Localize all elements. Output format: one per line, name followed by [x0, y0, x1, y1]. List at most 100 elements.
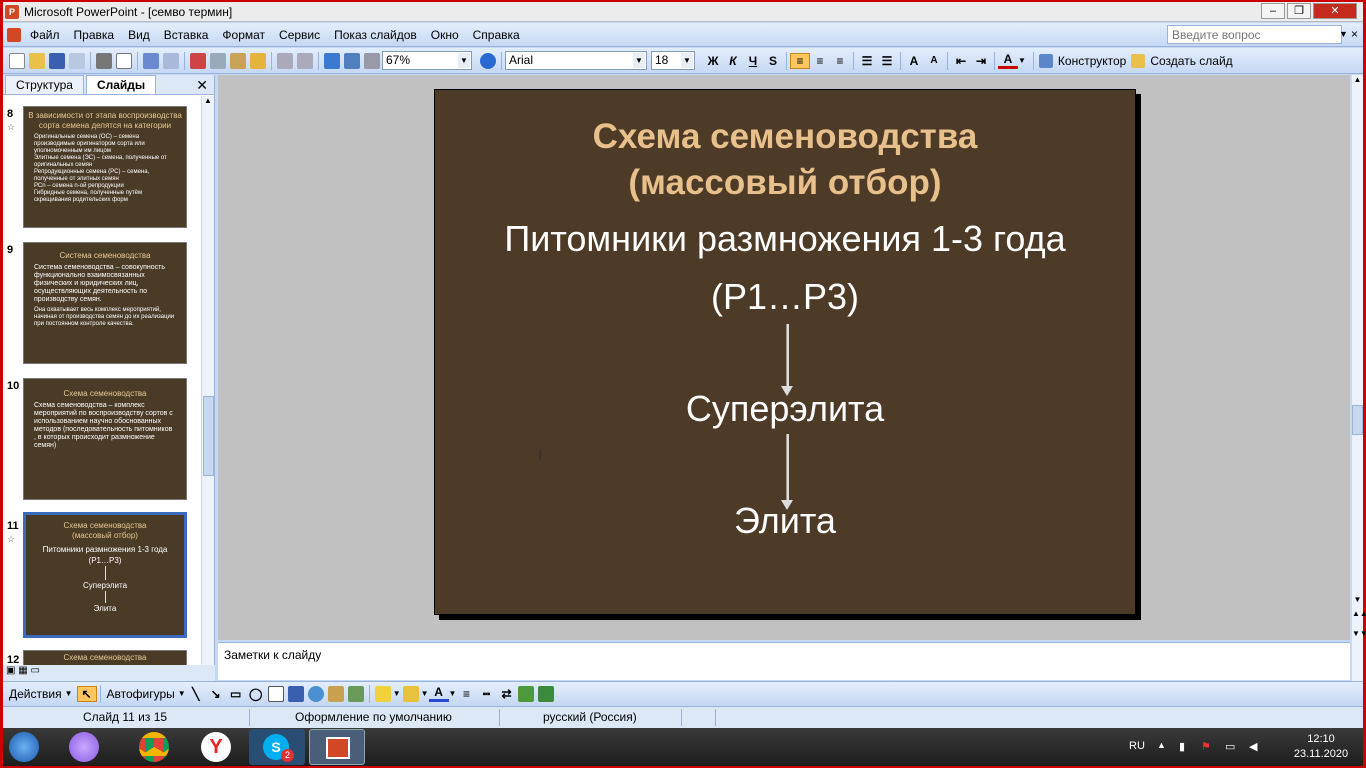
spelling-icon[interactable] — [143, 52, 159, 69]
designer-button[interactable]: Конструктор — [1058, 54, 1126, 68]
scroll-up-icon[interactable]: ▲ — [202, 96, 214, 105]
notifications-icon[interactable]: ▭ — [1225, 740, 1235, 753]
chrome-icon[interactable] — [139, 732, 169, 762]
align-center-button[interactable]: ≡ — [810, 54, 830, 68]
notes-pane[interactable]: Заметки к слайду — [218, 642, 1350, 680]
select-objects-icon[interactable]: ↖ — [76, 685, 97, 702]
decrease-indent-button[interactable]: ⇤ — [951, 54, 971, 68]
language-status[interactable]: русский (Россия) — [543, 710, 637, 724]
insert-chart-icon[interactable] — [324, 52, 340, 69]
chevron-down-icon[interactable]: ▼ — [421, 689, 429, 698]
volume-icon[interactable]: ◀ — [1249, 740, 1257, 753]
menu-help[interactable]: Справка — [466, 28, 527, 42]
research-icon[interactable] — [163, 52, 179, 69]
device-icon[interactable]: ▮ — [1179, 740, 1185, 753]
italic-button[interactable]: К — [723, 54, 743, 68]
zoom-combo[interactable]: 67% ▼ — [382, 51, 472, 70]
bullets-button[interactable]: ☰ — [877, 54, 897, 68]
font-color-icon[interactable]: A — [428, 685, 449, 702]
restore-button[interactable]: ❐ — [1287, 3, 1311, 19]
line-style-icon[interactable]: ≡ — [456, 687, 476, 701]
tray-expand-icon[interactable]: ▲ — [1157, 740, 1166, 750]
format-painter-icon[interactable] — [250, 52, 266, 69]
cut-icon[interactable] — [190, 52, 206, 69]
autoshapes-menu[interactable]: Автофигуры — [107, 687, 175, 701]
document-icon[interactable] — [7, 27, 21, 42]
previous-slide-icon[interactable]: ▲▲ — [1352, 610, 1366, 618]
network-warning-icon[interactable]: ⚑ — [1201, 740, 1211, 753]
next-slide-icon[interactable]: ▼▼ — [1352, 630, 1366, 638]
show-grid-icon[interactable] — [364, 52, 380, 69]
line-color-icon[interactable] — [402, 685, 419, 702]
minimize-button[interactable]: – — [1261, 3, 1285, 19]
fill-color-icon[interactable] — [374, 685, 391, 702]
thumbnails-scrollbar[interactable]: ▲ — [201, 96, 214, 666]
chevron-down-icon[interactable]: ▼ — [633, 53, 645, 68]
redo-icon[interactable] — [297, 52, 313, 69]
shadow-style-icon[interactable] — [518, 685, 535, 702]
tab-outline[interactable]: Структура — [5, 75, 84, 94]
diagram-icon[interactable] — [307, 685, 324, 702]
yandex-browser-icon[interactable]: Y — [201, 732, 231, 762]
new-slide-button[interactable]: Создать слайд — [1150, 54, 1232, 68]
slide-thumbnail-12[interactable]: Схема семеноводства — [23, 650, 187, 666]
start-button-icon[interactable] — [9, 732, 39, 762]
copy-icon[interactable] — [210, 52, 226, 69]
3d-style-icon[interactable] — [538, 685, 555, 702]
slide-text-elite[interactable]: Элита — [435, 500, 1135, 542]
menu-edit[interactable]: Правка — [67, 28, 122, 42]
menu-tools[interactable]: Сервис — [272, 28, 327, 42]
skype-taskbar-button[interactable]: S 2 — [249, 729, 305, 765]
chevron-down-icon[interactable]: ▼ — [449, 689, 457, 698]
scroll-down-icon[interactable]: ▼ — [1352, 595, 1363, 604]
oval-tool-icon[interactable]: ◯ — [246, 687, 266, 701]
slide-title[interactable]: Схема семеноводства (массовый отбор) — [435, 114, 1135, 206]
slide-arrow-shaft[interactable] — [786, 324, 789, 388]
new-document-icon[interactable] — [9, 52, 25, 69]
textbox-tool-icon[interactable] — [267, 685, 284, 702]
chevron-down-icon[interactable]: ▼ — [65, 689, 73, 698]
decrease-font-button[interactable]: A — [924, 55, 944, 66]
arrow-style-icon[interactable]: ⇄ — [496, 687, 516, 701]
paste-icon[interactable] — [230, 52, 246, 69]
slide-thumbnail-8[interactable]: В зависимости от этапа воспроизводства с… — [23, 106, 187, 228]
font-size-combo[interactable]: 18 ▼ — [651, 51, 695, 70]
align-right-button[interactable]: ≡ — [830, 54, 850, 68]
chevron-down-icon[interactable]: ▼ — [1339, 29, 1348, 39]
new-slide-icon[interactable] — [1131, 53, 1146, 68]
slide-arrow-shaft[interactable] — [786, 434, 789, 504]
actions-menu[interactable]: Действия — [9, 687, 62, 701]
insert-table-icon[interactable] — [344, 52, 360, 69]
help-search-input[interactable]: Введите вопрос — [1167, 25, 1342, 44]
designer-icon[interactable] — [1038, 53, 1053, 68]
close-icon[interactable]: ✕ — [196, 77, 208, 94]
menu-window[interactable]: Окно — [424, 28, 466, 42]
current-slide[interactable]: Схема семеноводства (массовый отбор) Пит… — [434, 89, 1136, 615]
chevron-down-icon[interactable]: ▼ — [1018, 56, 1026, 65]
arrow-tool-icon[interactable]: ↘ — [206, 687, 226, 701]
dash-style-icon[interactable]: ┅ — [476, 687, 496, 701]
sorter-view-icon[interactable]: ▦ — [18, 665, 27, 676]
slide-text-nurseries[interactable]: Питомники размножения 1-3 года — [435, 218, 1135, 260]
bold-button[interactable]: Ж — [703, 54, 723, 68]
menu-slideshow[interactable]: Показ слайдов — [327, 28, 424, 42]
document-close-icon[interactable]: × — [1351, 27, 1358, 41]
slide-text-superelite[interactable]: Суперэлита — [435, 388, 1135, 430]
shadow-button[interactable]: S — [763, 54, 783, 68]
increase-font-button[interactable]: A — [904, 54, 924, 68]
chevron-down-icon[interactable]: ▼ — [458, 53, 470, 68]
menu-view[interactable]: Вид — [121, 28, 157, 42]
print-preview-icon[interactable] — [116, 52, 132, 69]
slide-scrollbar[interactable]: ▲ ▼ ▲▲ ▼▼ — [1351, 75, 1366, 681]
slide-thumbnail-11[interactable]: Схема семеноводства (массовый отбор) Пит… — [22, 511, 188, 639]
powerpoint-taskbar-button[interactable] — [309, 729, 365, 765]
alice-icon[interactable] — [69, 732, 99, 762]
chevron-down-icon[interactable]: ▼ — [393, 689, 401, 698]
normal-view-icon[interactable]: ▣ — [6, 665, 15, 676]
tab-slides[interactable]: Слайды — [85, 75, 157, 94]
slide-editing-area[interactable]: Схема семеноводства (массовый отбор) Пит… — [218, 75, 1350, 640]
language-indicator[interactable]: RU — [1129, 740, 1145, 752]
permission-icon[interactable] — [69, 52, 85, 69]
close-button[interactable]: ✕ — [1313, 3, 1357, 19]
scrollbar-thumb[interactable] — [203, 396, 214, 476]
